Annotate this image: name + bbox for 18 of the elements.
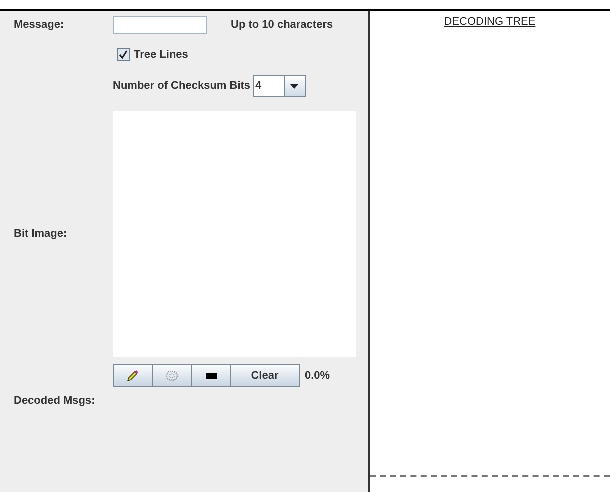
pencil-tool-button[interactable] <box>113 364 153 387</box>
bit-image-label: Bit Image: <box>14 228 68 240</box>
caret-icon <box>290 84 300 88</box>
checksum-bits-label: Number of Checksum Bits <box>113 80 251 92</box>
fill-percent: 0.0% <box>305 370 330 382</box>
checksum-bits-dropdown[interactable]: 4 <box>252 75 306 97</box>
message-field[interactable] <box>113 16 207 34</box>
decoded-msgs-label: Decoded Msgs: <box>14 395 96 407</box>
message-label: Message: <box>14 19 66 31</box>
message-hint: Up to 10 characters <box>231 19 334 31</box>
tree-title: DECODING TREE <box>444 16 536 28</box>
block-icon <box>206 372 216 378</box>
tree-lines-checkbox[interactable] <box>117 48 130 61</box>
pencil-icon <box>127 370 139 382</box>
block-tool-button[interactable] <box>191 364 231 387</box>
tree-lines-label: Tree Lines <box>134 48 188 60</box>
clear-button[interactable]: Clear <box>230 364 300 387</box>
spray-icon <box>166 370 178 380</box>
